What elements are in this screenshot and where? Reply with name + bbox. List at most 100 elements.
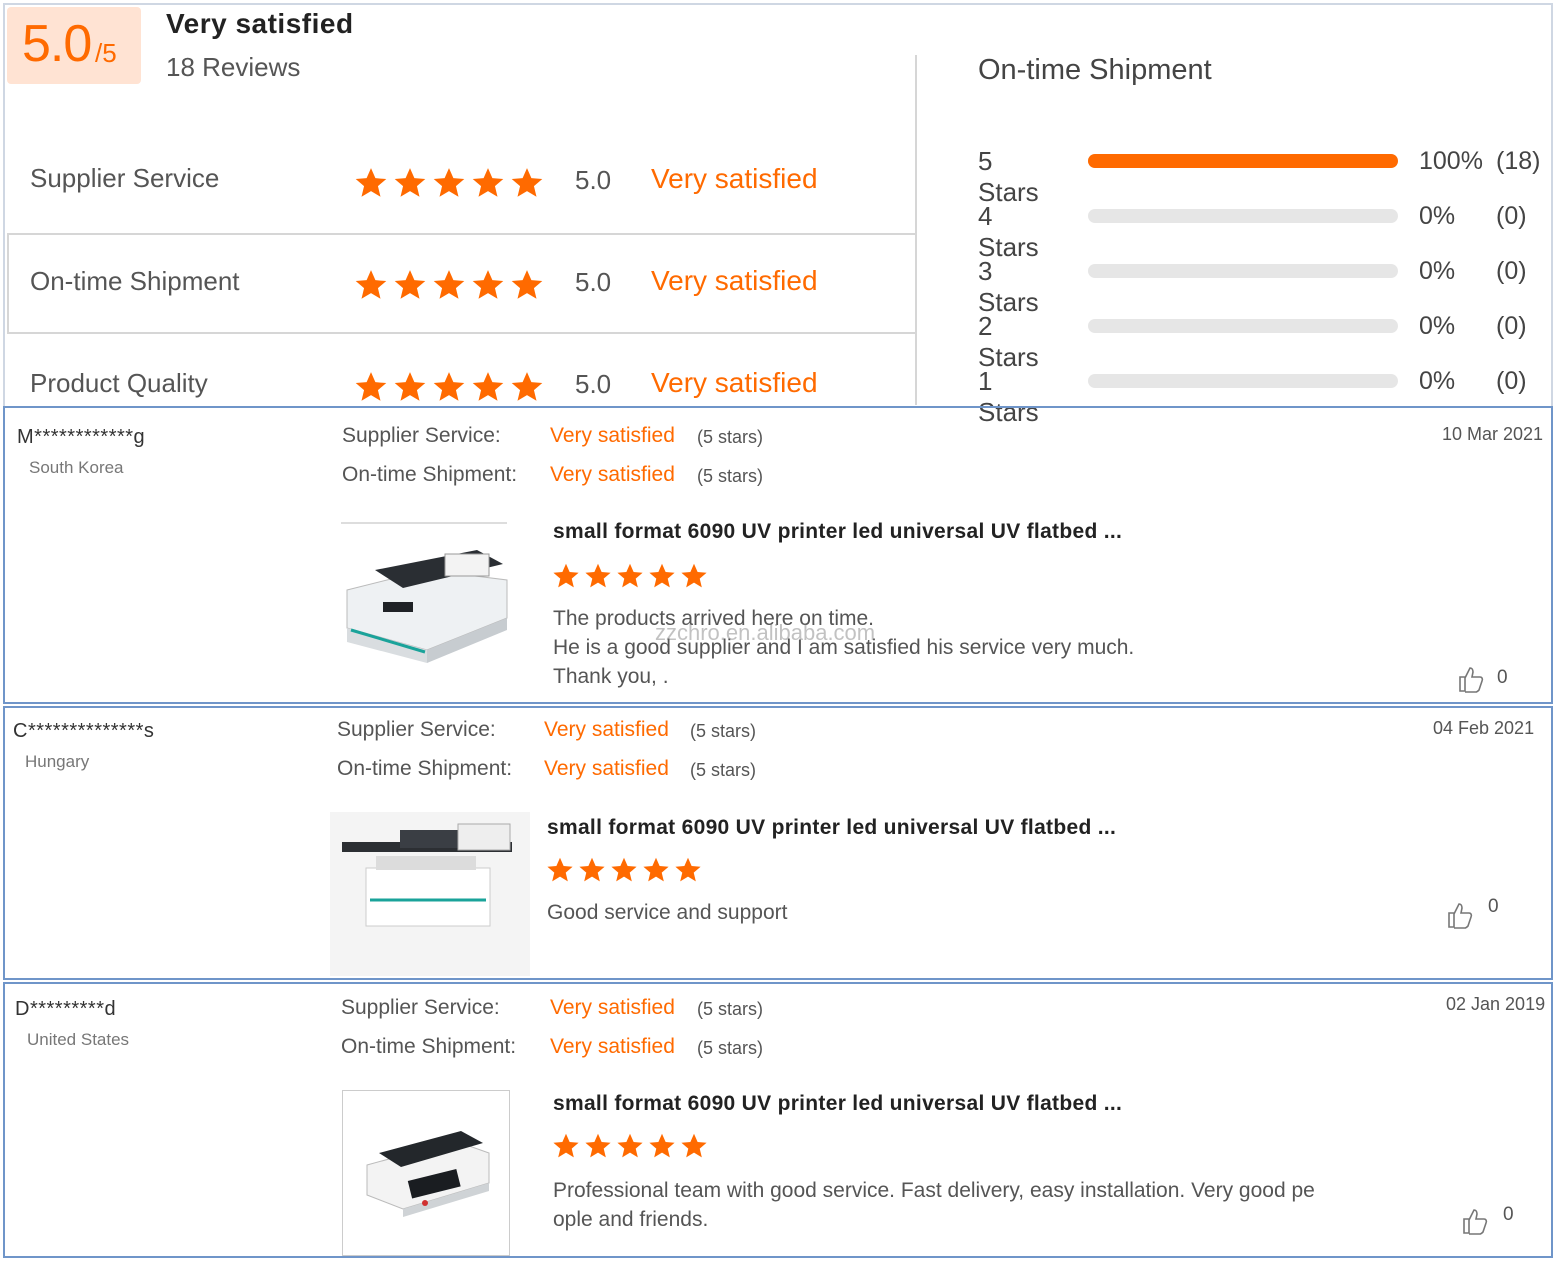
thumbs-up-icon bbox=[1457, 664, 1487, 694]
histogram-percent: 0% bbox=[1419, 202, 1456, 230]
reviewer-name: C**************s bbox=[13, 720, 155, 742]
review-count: 18 Reviews bbox=[166, 52, 301, 82]
star-icon bbox=[610, 856, 638, 884]
category-rating-text: Very satisfied bbox=[651, 265, 818, 296]
star-icon bbox=[680, 1132, 708, 1160]
shipment-stars: (5 stars) bbox=[697, 466, 764, 486]
category-divider bbox=[7, 233, 9, 333]
supplier-service-value: Very satisfied bbox=[550, 424, 675, 447]
category-stars bbox=[354, 166, 549, 205]
star-icon bbox=[354, 370, 388, 404]
star-icon bbox=[432, 370, 466, 404]
shipment-value: Very satisfied bbox=[544, 757, 669, 780]
review-comment: The products arrived here on time. He is… bbox=[553, 607, 1135, 688]
review-date: 10 Mar 2021 bbox=[1442, 424, 1544, 444]
thumbs-up-icon bbox=[1461, 1206, 1491, 1236]
histogram-bar-fill bbox=[1088, 154, 1398, 168]
product-image[interactable] bbox=[342, 1090, 510, 1256]
histogram-label: 5 Stars bbox=[978, 146, 1039, 207]
histogram-count: (0) bbox=[1496, 202, 1527, 230]
category-rating-text: Very satisfied bbox=[651, 367, 818, 398]
shipment-value: Very satisfied bbox=[550, 463, 675, 486]
product-title-link[interactable]: small format 6090 UV printer led univers… bbox=[547, 816, 1116, 840]
review-stars bbox=[552, 562, 712, 595]
star-icon bbox=[471, 166, 505, 200]
histogram-percent: 0% bbox=[1419, 257, 1456, 285]
review-date: 04 Feb 2021 bbox=[1433, 718, 1535, 738]
review-card: M************g South Korea Supplier Serv… bbox=[3, 406, 1553, 704]
category-label: On-time Shipment bbox=[30, 266, 240, 296]
histogram-bar bbox=[1088, 374, 1398, 388]
histogram-bar bbox=[1088, 154, 1398, 168]
category-label: Supplier Service bbox=[30, 163, 220, 193]
star-icon bbox=[510, 268, 544, 302]
category-divider bbox=[7, 332, 917, 334]
star-icon bbox=[354, 268, 388, 302]
product-title-link[interactable]: small format 6090 UV printer led univers… bbox=[553, 1092, 1122, 1116]
category-label: Product Quality bbox=[30, 368, 208, 398]
product-image[interactable] bbox=[327, 518, 513, 686]
star-icon bbox=[432, 268, 466, 302]
histogram-count: (0) bbox=[1496, 257, 1527, 285]
histogram-count: (0) bbox=[1496, 312, 1527, 340]
star-icon bbox=[510, 166, 544, 200]
star-icon bbox=[680, 562, 708, 590]
supplier-service-label: Supplier Service: bbox=[342, 424, 501, 447]
histogram-title: On-time Shipment bbox=[978, 54, 1212, 86]
watermark: zzchro.en.alibaba.com bbox=[655, 620, 876, 645]
histogram-count: (0) bbox=[1496, 367, 1527, 395]
review-card: C**************s Hungary Supplier Servic… bbox=[3, 706, 1553, 980]
shipment-value: Very satisfied bbox=[550, 1035, 675, 1058]
reviewer-country: Hungary bbox=[25, 752, 90, 771]
star-icon bbox=[578, 856, 606, 884]
product-title-link[interactable]: small format 6090 UV printer led univers… bbox=[553, 520, 1122, 544]
reviewer-country: United States bbox=[27, 1030, 130, 1049]
category-row-product-quality: Product Quality bbox=[30, 368, 208, 399]
review-stars bbox=[546, 856, 706, 889]
reviewer-country: South Korea bbox=[29, 458, 124, 477]
star-icon bbox=[510, 370, 544, 404]
star-icon bbox=[393, 370, 427, 404]
star-icon bbox=[648, 1132, 676, 1160]
overall-rating-title: Very satisfied bbox=[166, 8, 354, 39]
star-icon bbox=[471, 268, 505, 302]
summary-divider bbox=[915, 55, 917, 405]
histogram-count: (18) bbox=[1496, 147, 1541, 175]
star-icon bbox=[552, 1132, 580, 1160]
reviewer-name: D*********d bbox=[15, 998, 117, 1020]
category-row-on-time-shipment: On-time Shipment bbox=[30, 266, 240, 297]
histogram-bar bbox=[1088, 264, 1398, 278]
category-row-supplier-service: Supplier Service bbox=[30, 163, 219, 194]
category-score: 5.0 bbox=[575, 267, 612, 297]
supplier-service-value: Very satisfied bbox=[550, 996, 675, 1019]
category-rating-text: Very satisfied bbox=[651, 163, 818, 194]
category-score: 5.0 bbox=[575, 165, 612, 195]
overall-score-max: /5 bbox=[95, 38, 117, 68]
histogram-bar bbox=[1088, 209, 1398, 223]
like-count: 0 bbox=[1488, 896, 1499, 917]
star-icon bbox=[616, 562, 644, 590]
star-icon bbox=[648, 562, 676, 590]
star-icon bbox=[642, 856, 670, 884]
shipment-stars: (5 stars) bbox=[697, 1038, 764, 1058]
star-icon bbox=[432, 166, 466, 200]
star-icon bbox=[616, 1132, 644, 1160]
overall-score: 5.0 bbox=[22, 15, 92, 73]
histogram-label: 3 Stars bbox=[978, 256, 1039, 317]
star-icon bbox=[674, 856, 702, 884]
star-icon bbox=[546, 856, 574, 884]
review-comment: Good service and support bbox=[547, 901, 788, 924]
histogram-percent: 0% bbox=[1419, 367, 1456, 395]
review-date: 02 Jan 2019 bbox=[1446, 994, 1546, 1014]
histogram-percent: 0% bbox=[1419, 312, 1456, 340]
star-icon bbox=[471, 370, 505, 404]
product-image[interactable] bbox=[330, 812, 530, 976]
star-icon bbox=[354, 166, 388, 200]
reviewer-name: M************g bbox=[17, 426, 146, 448]
supplier-service-label: Supplier Service: bbox=[341, 996, 500, 1019]
thumbs-up-icon bbox=[1446, 900, 1476, 930]
supplier-service-stars: (5 stars) bbox=[697, 999, 764, 1019]
star-icon bbox=[584, 562, 612, 590]
supplier-service-stars: (5 stars) bbox=[690, 721, 757, 741]
histogram-label: 2 Stars bbox=[978, 311, 1039, 372]
